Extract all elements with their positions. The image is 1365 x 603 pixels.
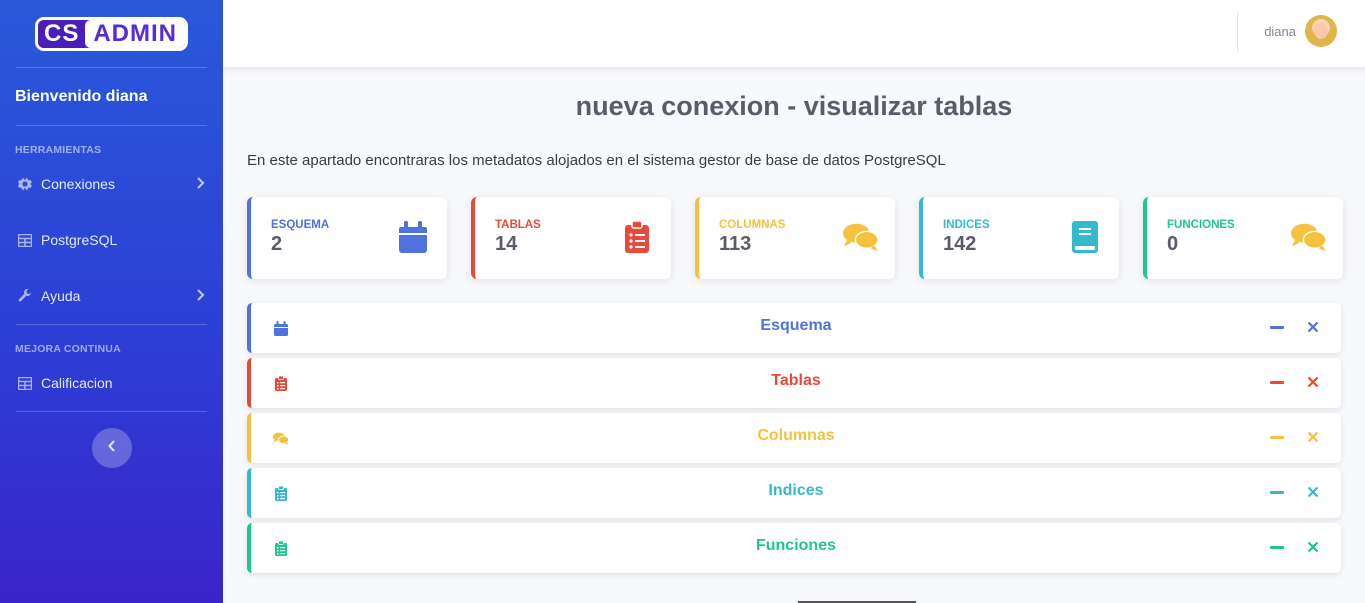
main-content: nueva conexion - visualizar tablas En es… bbox=[223, 67, 1365, 603]
comments-icon bbox=[843, 219, 879, 255]
minus-icon bbox=[1270, 380, 1284, 384]
close-button[interactable] bbox=[1305, 319, 1321, 335]
stat-card-value: 2 bbox=[271, 233, 283, 255]
sidebar-toggle-button[interactable] bbox=[91, 428, 132, 468]
chevron-right-icon bbox=[195, 288, 205, 304]
panel-title: Funciones bbox=[755, 537, 836, 554]
logo-cs: CS bbox=[38, 19, 86, 48]
stat-card-tablas: TABLAS 14 bbox=[471, 197, 671, 279]
stat-card-funciones: FUNCIONES 0 bbox=[1143, 197, 1343, 279]
avatar bbox=[1305, 15, 1337, 47]
welcome-text: Bienvenido diana bbox=[15, 87, 148, 105]
close-icon bbox=[1307, 321, 1319, 333]
sidebar-item-label: Conexiones bbox=[41, 176, 115, 192]
logo: CS ADMIN bbox=[35, 16, 188, 51]
minus-icon bbox=[1270, 435, 1284, 439]
stat-card-esquema: ESQUEMA 2 bbox=[247, 197, 447, 279]
username: diana bbox=[1264, 23, 1296, 39]
calendar-icon bbox=[395, 219, 431, 255]
logo-admin: ADMIN bbox=[85, 19, 185, 48]
close-icon bbox=[1307, 431, 1319, 443]
sidebar-item-ayuda[interactable]: Ayuda bbox=[0, 268, 223, 324]
stat-card-title: TABLAS bbox=[495, 219, 541, 231]
stat-card-columnas: COLUMNAS 113 bbox=[695, 197, 895, 279]
topbar-divider bbox=[1237, 12, 1238, 52]
book-icon bbox=[1067, 219, 1103, 255]
sidebar-item-calificacion[interactable]: Calificacion bbox=[0, 355, 223, 411]
stat-cards: ESQUEMA 2 TABLAS 14 COLUMNAS 113 INDICES… bbox=[247, 197, 1343, 279]
page-title: nueva conexion - visualizar tablas bbox=[575, 91, 1013, 121]
collapse-button[interactable] bbox=[1269, 484, 1285, 500]
collapse-button[interactable] bbox=[1269, 429, 1285, 445]
brand[interactable]: CS ADMIN bbox=[0, 0, 223, 67]
stat-card-value: 113 bbox=[719, 233, 752, 255]
close-button[interactable] bbox=[1305, 374, 1321, 390]
stat-card-title: INDICES bbox=[943, 219, 990, 231]
sidebar-item-label: Ayuda bbox=[41, 288, 81, 304]
minus-icon bbox=[1270, 325, 1284, 329]
collapsible-panels: Esquema Tablas Columnas Indices Funcione… bbox=[247, 303, 1341, 578]
gear-icon bbox=[17, 176, 33, 192]
sidebar-heading-mejora-continua: MEJORA CONTINUA bbox=[15, 343, 121, 355]
minus-icon bbox=[1270, 545, 1284, 549]
chevron-left-icon bbox=[107, 439, 116, 457]
close-button[interactable] bbox=[1305, 429, 1321, 445]
sidebar-item-label: Calificacion bbox=[41, 375, 113, 391]
close-button[interactable] bbox=[1305, 539, 1321, 555]
stat-card-title: COLUMNAS bbox=[719, 219, 786, 231]
panel-indices[interactable]: Indices bbox=[247, 468, 1341, 518]
collapse-button[interactable] bbox=[1269, 319, 1285, 335]
sidebar-toggle-wrap bbox=[0, 412, 223, 468]
stat-card-title: ESQUEMA bbox=[271, 219, 330, 231]
intro-text: En este apartado encontraras los metadat… bbox=[247, 152, 946, 169]
topbar: diana bbox=[223, 0, 1365, 67]
sidebar-item-conexiones[interactable]: Conexiones bbox=[0, 156, 223, 212]
stat-card-value: 0 bbox=[1167, 233, 1179, 255]
table-icon bbox=[17, 375, 33, 391]
panel-esquema[interactable]: Esquema bbox=[247, 303, 1341, 353]
user-dropdown[interactable]: diana bbox=[1264, 15, 1337, 47]
panel-tablas[interactable]: Tablas bbox=[247, 358, 1341, 408]
close-icon bbox=[1307, 486, 1319, 498]
close-button[interactable] bbox=[1305, 484, 1321, 500]
stat-card-indices: INDICES 142 bbox=[919, 197, 1119, 279]
stat-card-title: FUNCIONES bbox=[1167, 219, 1235, 231]
chevron-right-icon bbox=[195, 176, 205, 192]
sidebar-item-postgresql[interactable]: PostgreSQL bbox=[0, 212, 223, 268]
panel-title: Tablas bbox=[771, 372, 821, 389]
collapse-button[interactable] bbox=[1269, 374, 1285, 390]
collapse-button[interactable] bbox=[1269, 539, 1285, 555]
stat-card-value: 14 bbox=[495, 233, 518, 255]
sidebar-heading-herramientas: HERRAMIENTAS bbox=[15, 144, 102, 156]
panel-title: Indices bbox=[768, 482, 824, 499]
minus-icon bbox=[1270, 490, 1284, 494]
close-icon bbox=[1307, 541, 1319, 553]
panel-columnas[interactable]: Columnas bbox=[247, 413, 1341, 463]
table-icon bbox=[17, 232, 33, 248]
sidebar-item-label: PostgreSQL bbox=[41, 232, 118, 248]
stat-card-value: 142 bbox=[943, 233, 977, 255]
panel-title: Esquema bbox=[760, 317, 832, 334]
comments-icon bbox=[1291, 219, 1327, 255]
wrench-icon bbox=[17, 288, 33, 304]
panel-title: Columnas bbox=[757, 427, 835, 444]
clipboard-list-icon bbox=[619, 219, 655, 255]
panel-funciones[interactable]: Funciones bbox=[247, 523, 1341, 573]
sidebar: CS ADMIN Bienvenido diana HERRAMIENTAS C… bbox=[0, 0, 223, 603]
close-icon bbox=[1307, 376, 1319, 388]
